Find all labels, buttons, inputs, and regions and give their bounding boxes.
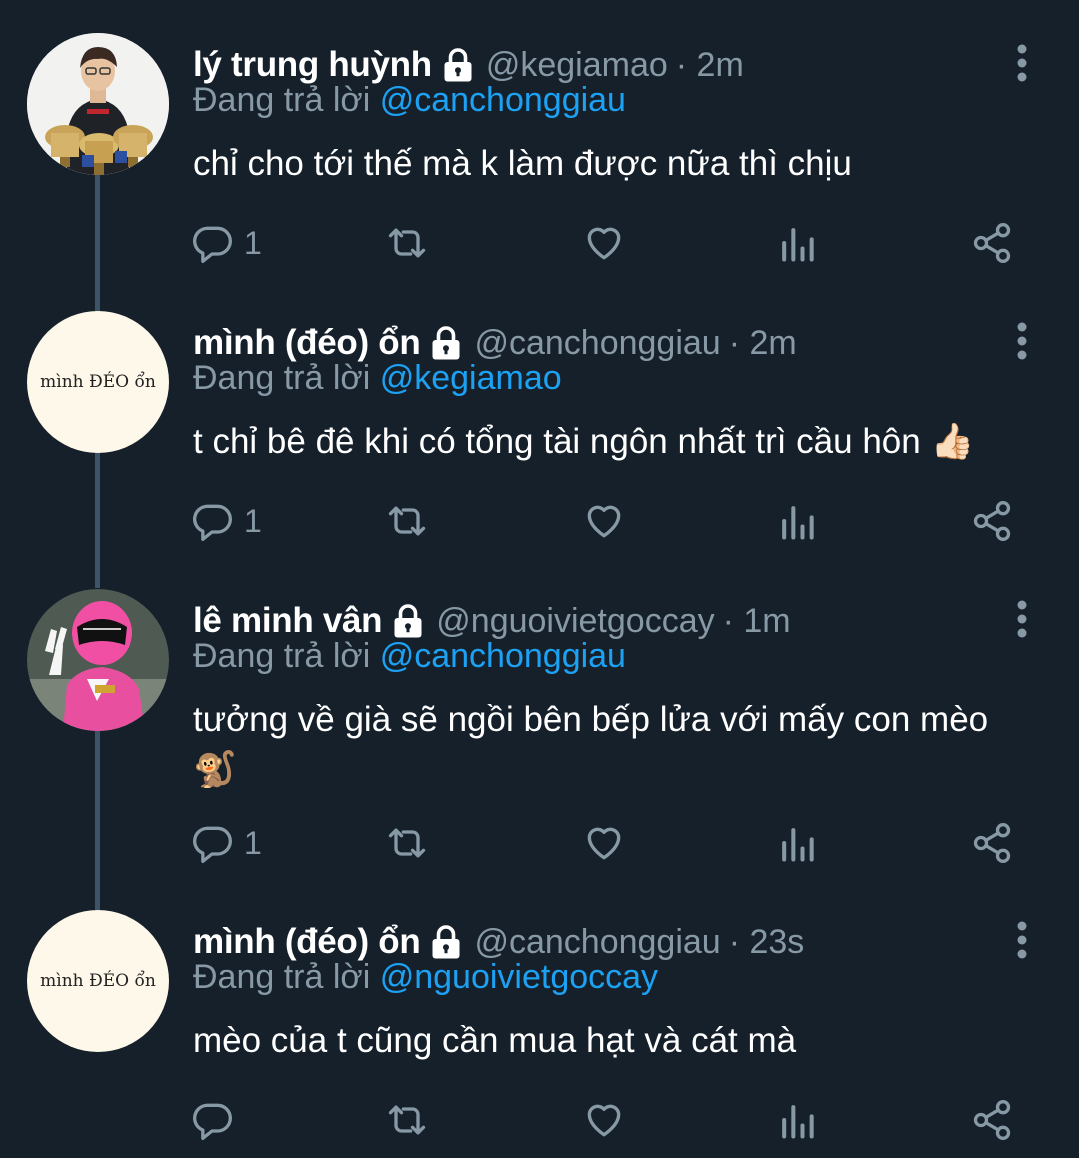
reply-count: 1 [244,824,262,861]
retweet-icon [388,506,426,536]
tweet-actions: 1 [190,818,1030,868]
timestamp[interactable]: · 23s [729,923,805,962]
lock-icon [432,925,460,959]
share-button[interactable] [970,1095,1014,1145]
display-name[interactable]: lê minh vân [193,601,383,641]
like-icon [587,827,621,860]
avatar[interactable] [27,33,169,175]
more-icon[interactable] [1012,599,1032,639]
analytics-icon [782,828,814,862]
timestamp[interactable]: · 2m [676,46,744,85]
reply-count: 1 [244,224,262,261]
lock-icon [394,604,422,638]
replying-to: Đang trả lời @canchonggiau [193,637,626,676]
mention-link[interactable]: @canchonggiau [380,81,626,119]
avatar[interactable]: mình ĐÉO ổn [27,311,169,453]
avatar-text: mình ĐÉO ổn [40,971,156,991]
reply-button[interactable]: 1 [190,218,262,268]
more-icon[interactable] [1012,43,1032,83]
like-icon [587,505,621,538]
share-icon [973,223,1011,263]
analytics-icon [782,1105,814,1139]
like-button[interactable] [582,818,626,868]
tweet-text: mèo của t cũng cần mua hạt và cát mà [193,1021,797,1060]
share-button[interactable] [970,218,1014,268]
replying-label: Đang trả lời [193,359,371,397]
reply-button[interactable]: 1 [190,818,262,868]
user-handle[interactable]: @canchonggiau [474,923,720,962]
retweet-button[interactable] [385,818,429,868]
timestamp[interactable]: · 1m [723,602,791,641]
lock-icon [444,48,472,82]
analytics-button[interactable] [775,818,819,868]
user-handle[interactable]: @canchonggiau [474,324,720,363]
tweet[interactable]: mình ĐÉO ổn mình (đéo) ổn @canchonggiau … [0,311,1079,561]
reply-button[interactable]: 1 [190,496,262,546]
replying-label: Đang trả lời [193,958,371,996]
mention-link[interactable]: @nguoivietgoccay [380,958,658,996]
tweet-text: tưởng về già sẽ ngồi bên bếp lửa với mấy… [193,700,989,789]
display-name[interactable]: mình (đéo) ổn [193,323,421,363]
replying-to: Đang trả lời @canchonggiau [193,81,626,120]
reply-icon [193,504,232,541]
display-name[interactable]: lý trung huỳnh [193,45,432,85]
reply-icon [193,1103,232,1140]
share-button[interactable] [970,496,1014,546]
reply-icon [193,826,232,863]
user-handle[interactable]: @kegiamao [486,46,668,85]
avatar-text: mình ĐÉO ổn [40,372,156,392]
like-icon [587,227,621,260]
like-button[interactable] [582,218,626,268]
lock-icon [432,326,460,360]
share-icon [973,501,1011,541]
avatar[interactable]: mình ĐÉO ổn [27,910,169,1052]
retweet-icon [388,228,426,258]
tweet-actions: 1 [190,218,1030,268]
like-button[interactable] [582,496,626,546]
retweet-icon [388,828,426,858]
tweet[interactable]: lê minh vân @nguoivietgoccay · 1m Đang t… [0,589,1079,879]
mention-link[interactable]: @canchonggiau [380,637,626,675]
retweet-button[interactable] [385,496,429,546]
tweet-text: t chỉ bê đê khi có tổng tài ngôn nhất tr… [193,422,975,461]
tweet-text: chỉ cho tới thế mà k làm được nữa thì ch… [193,144,852,183]
replying-to: Đang trả lời @kegiamao [193,359,562,398]
analytics-button[interactable] [775,1095,819,1145]
replying-label: Đang trả lời [193,637,371,675]
reply-count: 1 [244,502,262,539]
more-icon[interactable] [1012,920,1032,960]
replying-label: Đang trả lời [193,81,371,119]
mention-link[interactable]: @kegiamao [380,359,562,397]
retweet-button[interactable] [385,1095,429,1145]
share-icon [973,1100,1011,1140]
retweet-button[interactable] [385,218,429,268]
analytics-button[interactable] [775,496,819,546]
display-name[interactable]: mình (đéo) ổn [193,922,421,962]
retweet-icon [388,1105,426,1135]
user-handle[interactable]: @nguoivietgoccay [436,602,714,641]
analytics-icon [782,506,814,540]
analytics-button[interactable] [775,218,819,268]
tweet[interactable]: mình ĐÉO ổn mình (đéo) ổn @canchonggiau … [0,910,1079,1158]
more-icon[interactable] [1012,321,1032,361]
avatar[interactable] [27,589,169,731]
tweet-actions [190,1095,1030,1145]
timestamp[interactable]: · 2m [729,324,797,363]
replying-to: Đang trả lời @nguoivietgoccay [193,958,658,997]
tweet-actions: 1 [190,496,1030,546]
share-icon [973,823,1011,863]
reply-icon [193,226,232,263]
tweet[interactable]: lý trung huỳnh @kegiamao · 2m Đang trả l… [0,33,1079,283]
analytics-icon [782,228,814,262]
reply-button[interactable] [190,1095,244,1145]
like-icon [587,1104,621,1137]
like-button[interactable] [582,1095,626,1145]
share-button[interactable] [970,818,1014,868]
